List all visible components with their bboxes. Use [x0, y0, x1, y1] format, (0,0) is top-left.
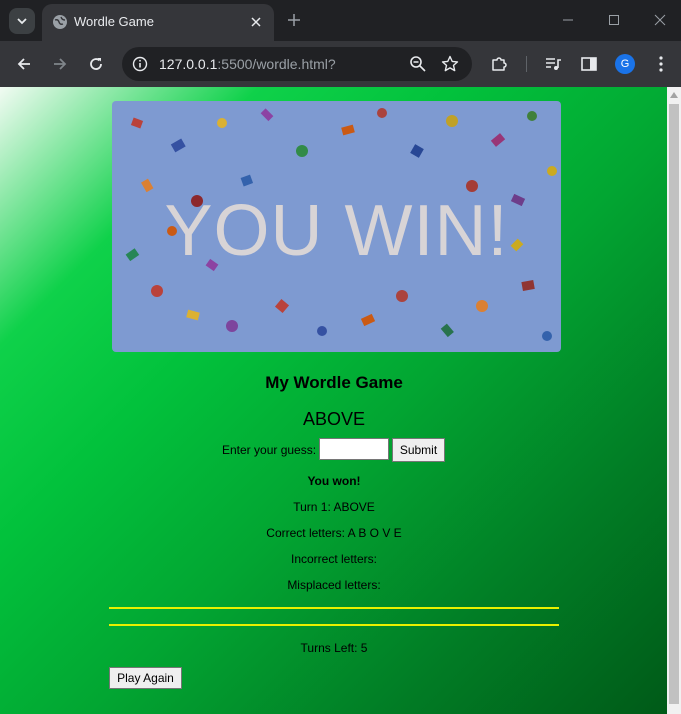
profile-avatar[interactable]: G — [615, 54, 635, 74]
maximize-icon — [609, 15, 619, 25]
minimize-button[interactable] — [548, 6, 588, 34]
guess-form: Enter your guess: Submit — [109, 438, 559, 462]
page-scrollbar[interactable] — [667, 87, 681, 714]
extensions-button[interactable] — [487, 52, 511, 76]
address-bar[interactable]: 127.0.0.1:5500/wordle.html? — [122, 47, 472, 81]
window-close-button[interactable] — [640, 6, 680, 34]
info-icon — [132, 56, 148, 72]
incorrect-letters: Incorrect letters: — [290, 552, 378, 566]
zoom-icon[interactable] — [408, 54, 428, 74]
correct-letters: Correct letters: A B O V E — [266, 526, 402, 540]
divider-bottom — [109, 624, 559, 626]
maximize-button[interactable] — [594, 6, 634, 34]
page-title: My Wordle Game — [265, 373, 403, 392]
guess-input[interactable] — [319, 438, 389, 460]
browser-toolbar: 127.0.0.1:5500/wordle.html? — [0, 41, 681, 87]
misplaced-letters: Misplaced letters: — [287, 578, 381, 592]
chevron-down-icon — [17, 18, 27, 25]
submit-button[interactable]: Submit — [392, 438, 445, 462]
play-again-button[interactable]: Play Again — [109, 667, 182, 689]
page-viewport: YOU WIN! My Wordle Game ABOVE Enter your… — [0, 87, 667, 714]
scroll-up-button[interactable] — [667, 87, 681, 103]
queue-music-icon — [546, 58, 561, 70]
close-icon — [654, 14, 666, 26]
you-win-banner: YOU WIN! — [112, 101, 561, 352]
side-panel-icon — [581, 57, 597, 71]
back-button[interactable] — [12, 52, 36, 76]
tab-close-button[interactable] — [246, 12, 266, 32]
url-host: 127.0.0.1 — [159, 56, 218, 72]
url-text: 127.0.0.1:5500/wordle.html? — [159, 56, 336, 72]
toolbar-separator — [526, 56, 527, 72]
media-controls-button[interactable] — [541, 52, 565, 76]
url-path: :5500/wordle.html? — [217, 56, 336, 72]
menu-button[interactable] — [649, 52, 673, 76]
reload-button[interactable] — [84, 52, 108, 76]
triangle-up-icon — [670, 92, 678, 98]
star-icon[interactable] — [440, 54, 460, 74]
target-word: ABOVE — [302, 409, 366, 429]
turns-left: Turns Left: 5 — [300, 641, 368, 655]
reload-icon — [90, 58, 102, 70]
close-icon — [251, 17, 261, 27]
tab-title: Wordle Game — [74, 14, 154, 29]
arrow-left-icon — [17, 58, 30, 70]
active-tab[interactable]: Wordle Game — [42, 4, 274, 41]
globe-icon — [53, 15, 67, 29]
scrollbar-thumb[interactable] — [669, 104, 679, 704]
site-info-button[interactable] — [130, 54, 150, 74]
tab-strip: Wordle Game — [0, 0, 681, 41]
turn-log-entry: Turn 1: ABOVE — [293, 500, 375, 514]
puzzle-icon — [492, 57, 507, 71]
guess-label: Enter your guess: — [222, 443, 317, 457]
forward-button[interactable] — [48, 52, 72, 76]
plus-icon — [288, 14, 300, 26]
tab-search-button[interactable] — [9, 8, 35, 34]
minimize-icon — [563, 19, 573, 21]
new-tab-button[interactable] — [284, 10, 304, 30]
more-vertical-icon — [659, 56, 663, 72]
side-panel-button[interactable] — [577, 52, 601, 76]
you-win-text: YOU WIN! — [164, 191, 509, 271]
arrow-right-icon — [54, 58, 67, 70]
divider-top — [109, 607, 559, 609]
result-message: You won! — [307, 474, 361, 488]
